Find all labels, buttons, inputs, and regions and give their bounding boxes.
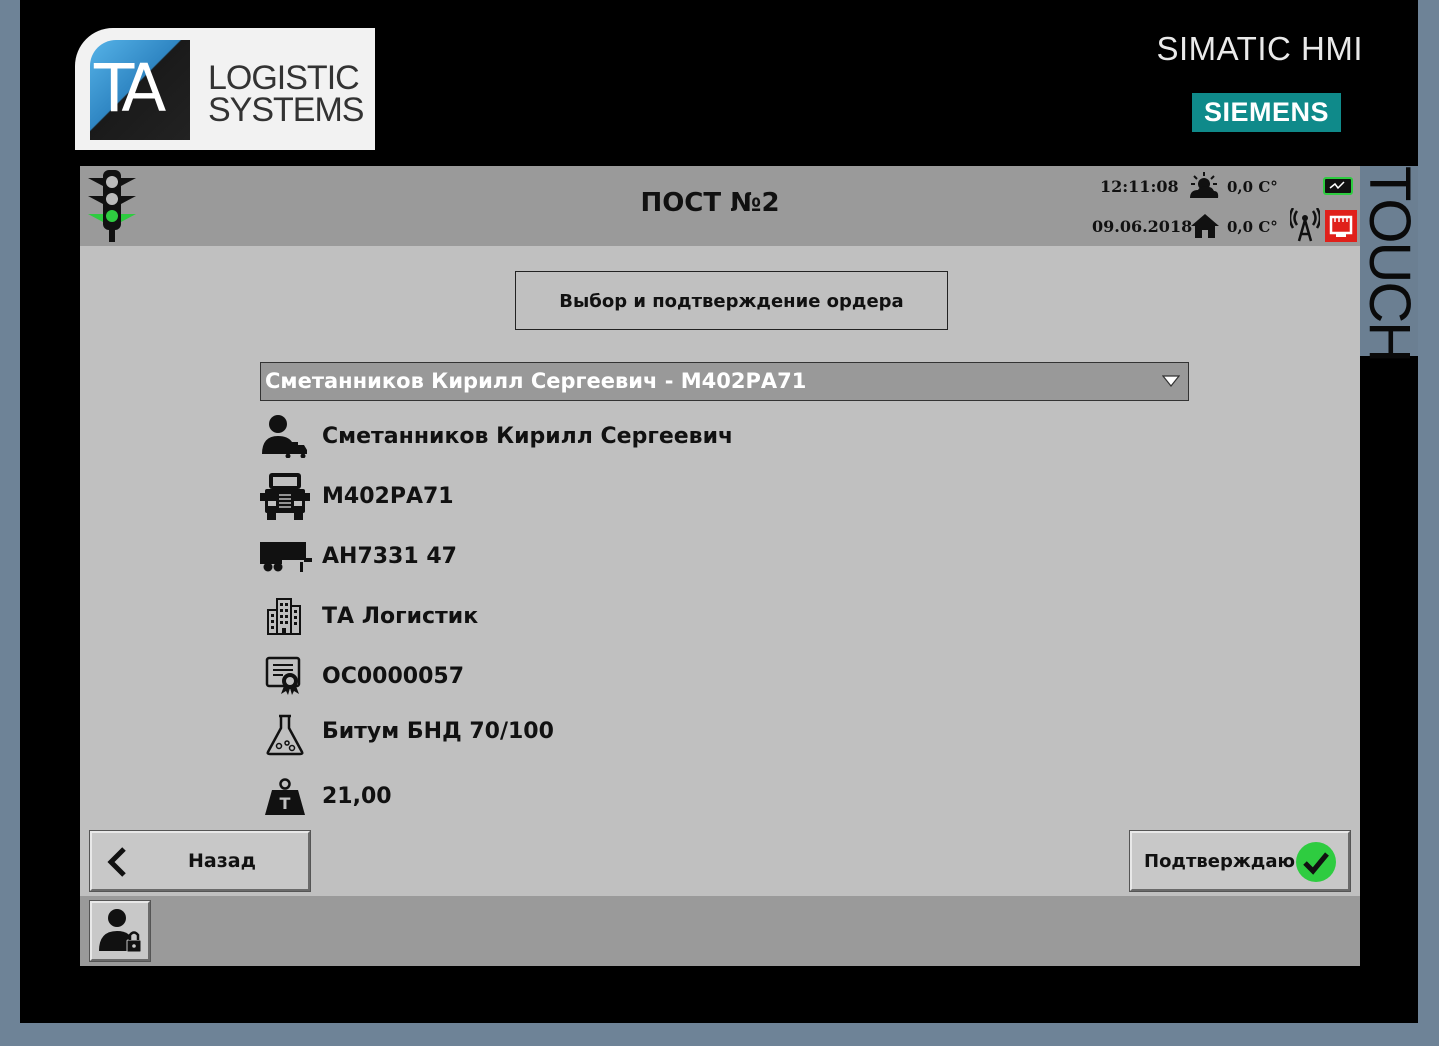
trailer-icon [260,542,312,572]
back-button-label: Назад [188,850,256,872]
clock-date: 09.06.2018 [1092,217,1193,236]
order-select[interactable]: Сметанников Кирилл Сергеевич - М402РА71 [260,362,1189,401]
logo-mark-text: TA [94,50,166,127]
building-icon [267,598,301,635]
logo-text: LOGISTIC SYSTEMS [208,59,364,129]
user-login-button[interactable] [89,900,151,962]
hmi-screen: ПОСТ №2 12:11:08 09.06.2018 0,0 C° 0,0 C… [80,166,1360,966]
ta-logo-mark: TA [90,40,190,140]
truck-plate: М402РА71 [322,484,454,509]
flask-icon [266,714,304,756]
header-bar: ПОСТ №2 12:11:08 09.06.2018 0,0 C° 0,0 C… [80,166,1360,246]
trailer-plate: АН7331 47 [322,544,457,569]
clock-time: 12:11:08 [1100,177,1179,196]
weight-value: 21,00 [322,784,392,809]
chevron-down-icon [1162,375,1180,387]
weight-icon: T [265,778,305,815]
truck-icon [260,473,310,520]
order-select-value: Сметанников Кирилл Сергеевич - М402РА71 [265,369,807,393]
sun-cloud-icon [1190,172,1219,198]
antenna-icon [1290,208,1320,242]
certificate-icon [265,656,301,695]
footer-bar [80,896,1360,966]
logo-line-2: SYSTEMS [208,91,364,129]
confirm-button[interactable]: Подтверждаю [1129,830,1351,892]
back-button[interactable]: Назад [89,830,311,892]
siemens-logo: SIEMENS [1192,93,1341,132]
confirm-button-label: Подтверждаю [1144,851,1295,872]
driver-name: Сметанников Кирилл Сергеевич [322,424,734,449]
driver-truck-icon [262,415,307,458]
chevron-left-icon [107,847,126,877]
battery-status-icon [1323,177,1353,195]
user-lock-icon [99,909,142,953]
outdoor-temp: 0,0 C° [1227,178,1278,196]
touch-label: TOUCH [1357,166,1422,361]
svg-text:T: T [280,794,291,813]
section-title: Выбор и подтверждение ордера [515,271,948,330]
logo-line-1: LOGISTIC [208,59,360,97]
indoor-temp: 0,0 C° [1227,218,1278,236]
checkmark-icon [1296,842,1336,882]
simatic-hmi-label: SIMATIC HMI [1156,30,1363,67]
product-name: Битум БНД 70/100 [322,719,554,744]
certificate-number: ОС0000057 [322,664,465,689]
touch-text: TOUCH [1357,166,1422,362]
company-name: ТА Логистик [322,604,479,629]
home-icon [1191,214,1219,238]
network-status-icon [1325,210,1357,242]
